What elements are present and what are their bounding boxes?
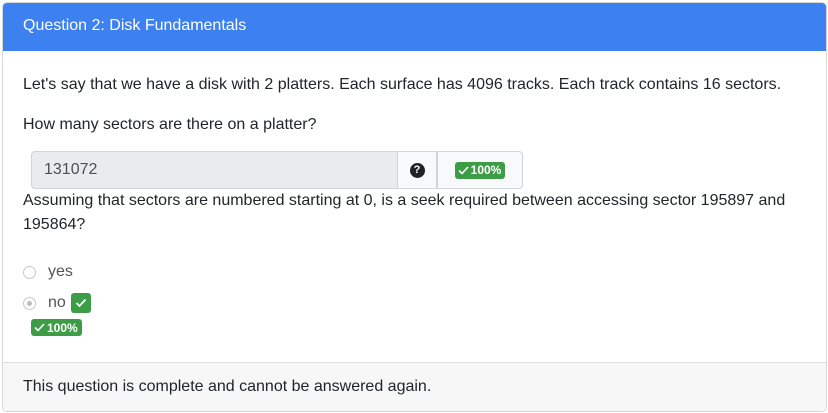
part2-prompt: Assuming that sectors are numbered start… <box>23 192 786 233</box>
card-footer: This question is complete and cannot be … <box>3 362 826 411</box>
option-no-radio[interactable] <box>23 296 36 310</box>
card-body: Let's say that we have a disk with 2 pla… <box>3 51 826 362</box>
option-yes-label: yes <box>48 263 73 280</box>
part1-score-text: 100% <box>470 163 502 177</box>
question-circle-icon: ? <box>409 162 425 178</box>
part1-score-box: 100% <box>437 151 523 189</box>
part1-score-badge: 100% <box>454 161 506 179</box>
part2-score-wrap: 100% <box>31 319 82 337</box>
check-icon <box>34 323 45 332</box>
part2-score-badge: 100% <box>31 319 82 336</box>
part2-score-text: 100% <box>47 320 78 335</box>
part1-help-button[interactable]: ? <box>397 151 437 189</box>
question-stem: Let's say that we have a disk with 2 pla… <box>23 76 782 93</box>
option-no-label: no <box>48 294 66 311</box>
footer-message: This question is complete and cannot be … <box>23 378 432 395</box>
option-no[interactable]: no <box>23 291 91 315</box>
card-header: Question 2: Disk Fundamentals <box>3 3 826 51</box>
question-card: Question 2: Disk Fundamentals Let's say … <box>2 2 827 412</box>
option-yes[interactable]: yes <box>23 260 73 284</box>
part1-answer-group: 131072 ? 100% <box>31 151 523 189</box>
check-icon <box>458 165 469 175</box>
question-title: Question 2: Disk Fundamentals <box>23 17 247 34</box>
option-yes-radio[interactable] <box>23 265 36 279</box>
part1-prompt: How many sectors are there on a platter? <box>23 116 317 133</box>
correct-check-icon <box>70 293 91 313</box>
part1-answer-input[interactable]: 131072 <box>31 151 397 189</box>
